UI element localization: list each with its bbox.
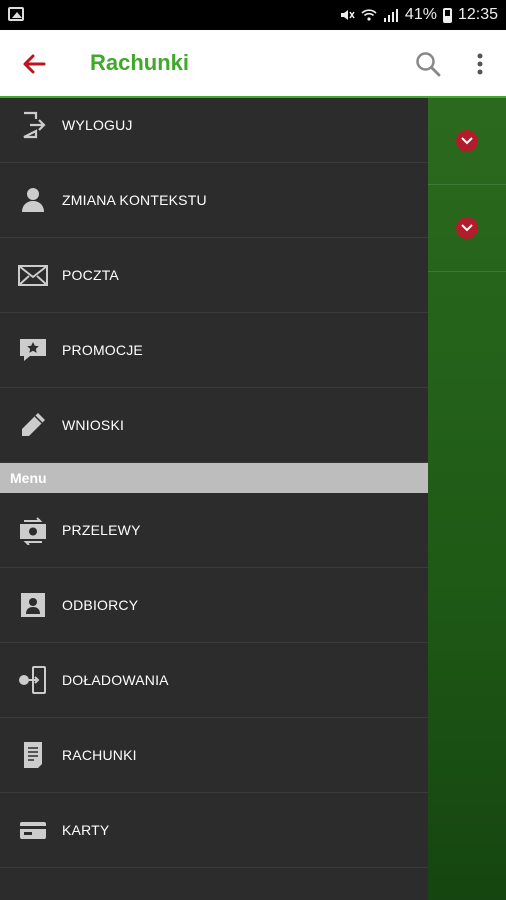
- drawer-item-label: KARTY: [62, 822, 110, 838]
- drawer-item-partial[interactable]: [0, 868, 428, 900]
- more-options-icon[interactable]: [466, 50, 494, 78]
- navigation-drawer: WYLOGUJ ZMIANA KONTEKSTU POCZTA PROMOCJE…: [0, 98, 428, 900]
- promo-icon: [20, 339, 46, 361]
- chevron-down-icon[interactable]: [456, 217, 478, 239]
- drawer-item-transfers[interactable]: PRZELEWY: [0, 493, 428, 568]
- menu-section-header: Menu: [0, 463, 428, 493]
- battery-percent: 41%: [404, 6, 437, 23]
- drawer-item-accounts[interactable]: RACHUNKI: [0, 718, 428, 793]
- drawer-item-label: PRZELEWY: [62, 522, 141, 538]
- mute-icon: [340, 10, 355, 20]
- wifi-icon: [361, 9, 377, 21]
- drawer-item-label: PROMOCJE: [62, 342, 143, 358]
- recipient-icon: [21, 593, 45, 617]
- app-bar: Rachunki: [0, 30, 506, 98]
- search-icon[interactable]: [414, 50, 442, 78]
- signal-icon: [383, 9, 398, 22]
- pencil-icon: [22, 413, 45, 436]
- drawer-item-label: ODBIORCY: [62, 597, 139, 613]
- drawer-item-topups[interactable]: DOŁADOWANIA: [0, 643, 428, 718]
- drawer-item-label: DOŁADOWANIA: [62, 672, 169, 688]
- drawer-item-logout[interactable]: WYLOGUJ: [0, 98, 428, 163]
- topup-icon: [19, 666, 46, 694]
- drawer-item-label: RACHUNKI: [62, 747, 137, 763]
- drawer-item-label: POCZTA: [62, 267, 119, 283]
- chevron-down-icon[interactable]: [456, 130, 478, 152]
- drawer-item-applications[interactable]: WNIOSKI: [0, 388, 428, 463]
- back-arrow-icon[interactable]: [20, 50, 48, 78]
- page-title: Rachunki: [90, 50, 190, 75]
- list-item[interactable]: [428, 98, 506, 185]
- partial-icon: [18, 890, 48, 900]
- image-notification-icon: [8, 7, 24, 21]
- document-icon: [24, 742, 42, 768]
- list-item[interactable]: [428, 185, 506, 272]
- battery-icon: [442, 7, 452, 23]
- card-icon: [20, 822, 46, 839]
- drawer-item-cards[interactable]: KARTY: [0, 793, 428, 868]
- user-icon: [22, 188, 44, 212]
- mail-icon: [18, 265, 48, 286]
- drawer-item-label: ZMIANA KONTEKSTU: [62, 192, 207, 208]
- clock: 12:35: [457, 6, 498, 23]
- status-bar: 41% 12:35: [0, 0, 506, 30]
- drawer-item-recipients[interactable]: ODBIORCY: [0, 568, 428, 643]
- content-background: [428, 98, 506, 900]
- drawer-item-mail[interactable]: POCZTA: [0, 238, 428, 313]
- logout-icon: [23, 111, 46, 139]
- transfer-icon: [20, 517, 46, 545]
- drawer-item-change-context[interactable]: ZMIANA KONTEKSTU: [0, 163, 428, 238]
- drawer-item-label: WNIOSKI: [62, 417, 125, 433]
- drawer-item-label: WYLOGUJ: [62, 117, 133, 133]
- drawer-item-promotions[interactable]: PROMOCJE: [0, 313, 428, 388]
